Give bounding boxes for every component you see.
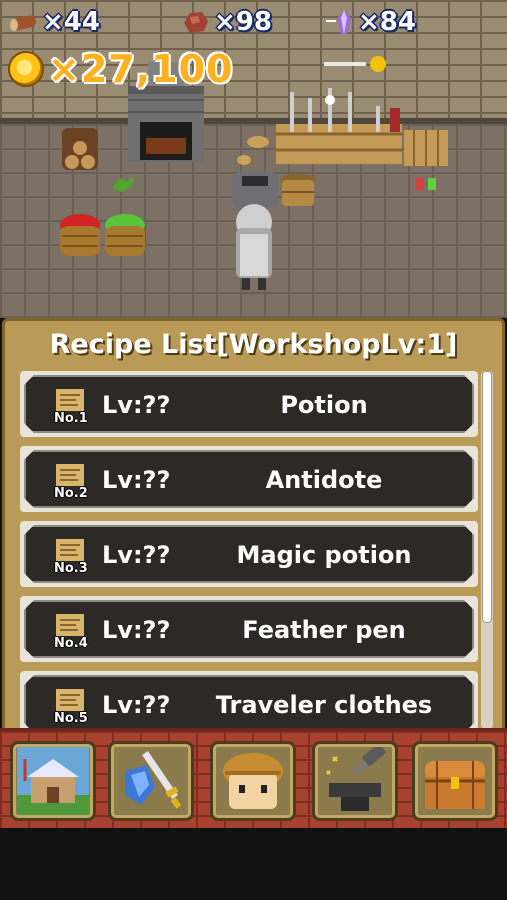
recipe-name: Feather pen bbox=[242, 616, 406, 644]
nav-equipment-button[interactable] bbox=[108, 741, 194, 821]
gold-count: 27,100 bbox=[80, 47, 234, 91]
recipe-row[interactable]: No.1 Lv:?? Potion bbox=[20, 371, 478, 437]
gold-counter: × 27,100 bbox=[8, 47, 234, 91]
wood-log-icon bbox=[10, 15, 36, 31]
blacksmith-character[interactable] bbox=[236, 204, 272, 290]
bottom-bar bbox=[0, 828, 507, 900]
workshop-scene: × 44 × 98 × 84 × 27,100 bbox=[0, 0, 507, 318]
firewood-icon bbox=[62, 128, 98, 170]
herb-icon bbox=[112, 174, 134, 192]
ore-counter: × 98 bbox=[180, 6, 272, 38]
recipe-number: No.5 bbox=[54, 711, 88, 726]
recipe-level: Lv:?? bbox=[102, 691, 171, 719]
potion-bottles-icon bbox=[416, 178, 436, 190]
nav-character-button[interactable] bbox=[210, 741, 296, 821]
crystal-count: 84 bbox=[379, 7, 416, 37]
panel-title: Recipe List[WorkshopLv:1] bbox=[49, 329, 458, 360]
wood-counter: × 44 bbox=[8, 6, 100, 38]
recipe-number: No.3 bbox=[54, 561, 88, 576]
ore-icon bbox=[184, 12, 208, 33]
recipe-number: No.1 bbox=[54, 411, 88, 426]
ore-prefix: × bbox=[214, 7, 236, 37]
apple-basket-icon bbox=[60, 214, 100, 256]
recipe-name: Traveler clothes bbox=[215, 691, 433, 719]
crystal-icon bbox=[326, 10, 351, 34]
nav-home-button[interactable] bbox=[10, 741, 96, 821]
crystal-prefix: × bbox=[358, 7, 380, 37]
bucket-icon bbox=[280, 174, 316, 206]
nav-inventory-button[interactable] bbox=[412, 741, 498, 821]
vegetable-basket-icon bbox=[105, 214, 145, 256]
gold-coin-icon bbox=[8, 51, 44, 87]
wood-count: 44 bbox=[63, 7, 100, 37]
small-pot-icon bbox=[237, 136, 269, 165]
recipe-level: Lv:?? bbox=[102, 616, 171, 644]
recipe-name: Magic potion bbox=[236, 541, 412, 569]
house-icon bbox=[17, 747, 89, 815]
scrollbar-thumb[interactable] bbox=[482, 371, 492, 623]
recipe-row[interactable]: No.2 Lv:?? Antidote bbox=[20, 446, 478, 512]
recipe-level: Lv:?? bbox=[102, 466, 171, 494]
wall-sword-icon bbox=[324, 56, 386, 72]
pot-icon bbox=[232, 172, 278, 208]
crate-icon bbox=[404, 130, 448, 166]
recipe-row[interactable]: No.4 Lv:?? Feather pen bbox=[20, 596, 478, 662]
gold-prefix: × bbox=[48, 47, 81, 91]
recipe-panel: Recipe List[WorkshopLv:1] No.1 Lv:?? Pot… bbox=[2, 318, 505, 731]
ore-count: 98 bbox=[235, 7, 272, 37]
anvil-hammer-icon bbox=[326, 747, 387, 811]
recipe-row[interactable]: No.5 Lv:?? Traveler clothes bbox=[20, 671, 478, 731]
recipe-level: Lv:?? bbox=[102, 541, 171, 569]
recipe-list[interactable]: No.1 Lv:?? Potion No.2 Lv:?? Antidote No… bbox=[20, 369, 478, 731]
recipe-name: Potion bbox=[280, 391, 368, 419]
sword-shield-icon bbox=[125, 751, 182, 809]
bottom-nav bbox=[0, 728, 507, 828]
recipe-number: No.2 bbox=[54, 486, 88, 501]
wood-prefix: × bbox=[42, 7, 64, 37]
treasure-chest-icon bbox=[425, 761, 485, 809]
recipe-row[interactable]: No.3 Lv:?? Magic potion bbox=[20, 521, 478, 587]
character-face-icon bbox=[223, 753, 283, 809]
crystal-counter: × 84 bbox=[324, 6, 416, 38]
weapon-rack-icon bbox=[276, 88, 402, 164]
recipe-scrollbar[interactable] bbox=[481, 371, 493, 729]
nav-workshop-button[interactable] bbox=[312, 741, 398, 821]
recipe-number: No.4 bbox=[54, 636, 88, 651]
recipe-name: Antidote bbox=[265, 466, 383, 494]
recipe-level: Lv:?? bbox=[102, 391, 171, 419]
